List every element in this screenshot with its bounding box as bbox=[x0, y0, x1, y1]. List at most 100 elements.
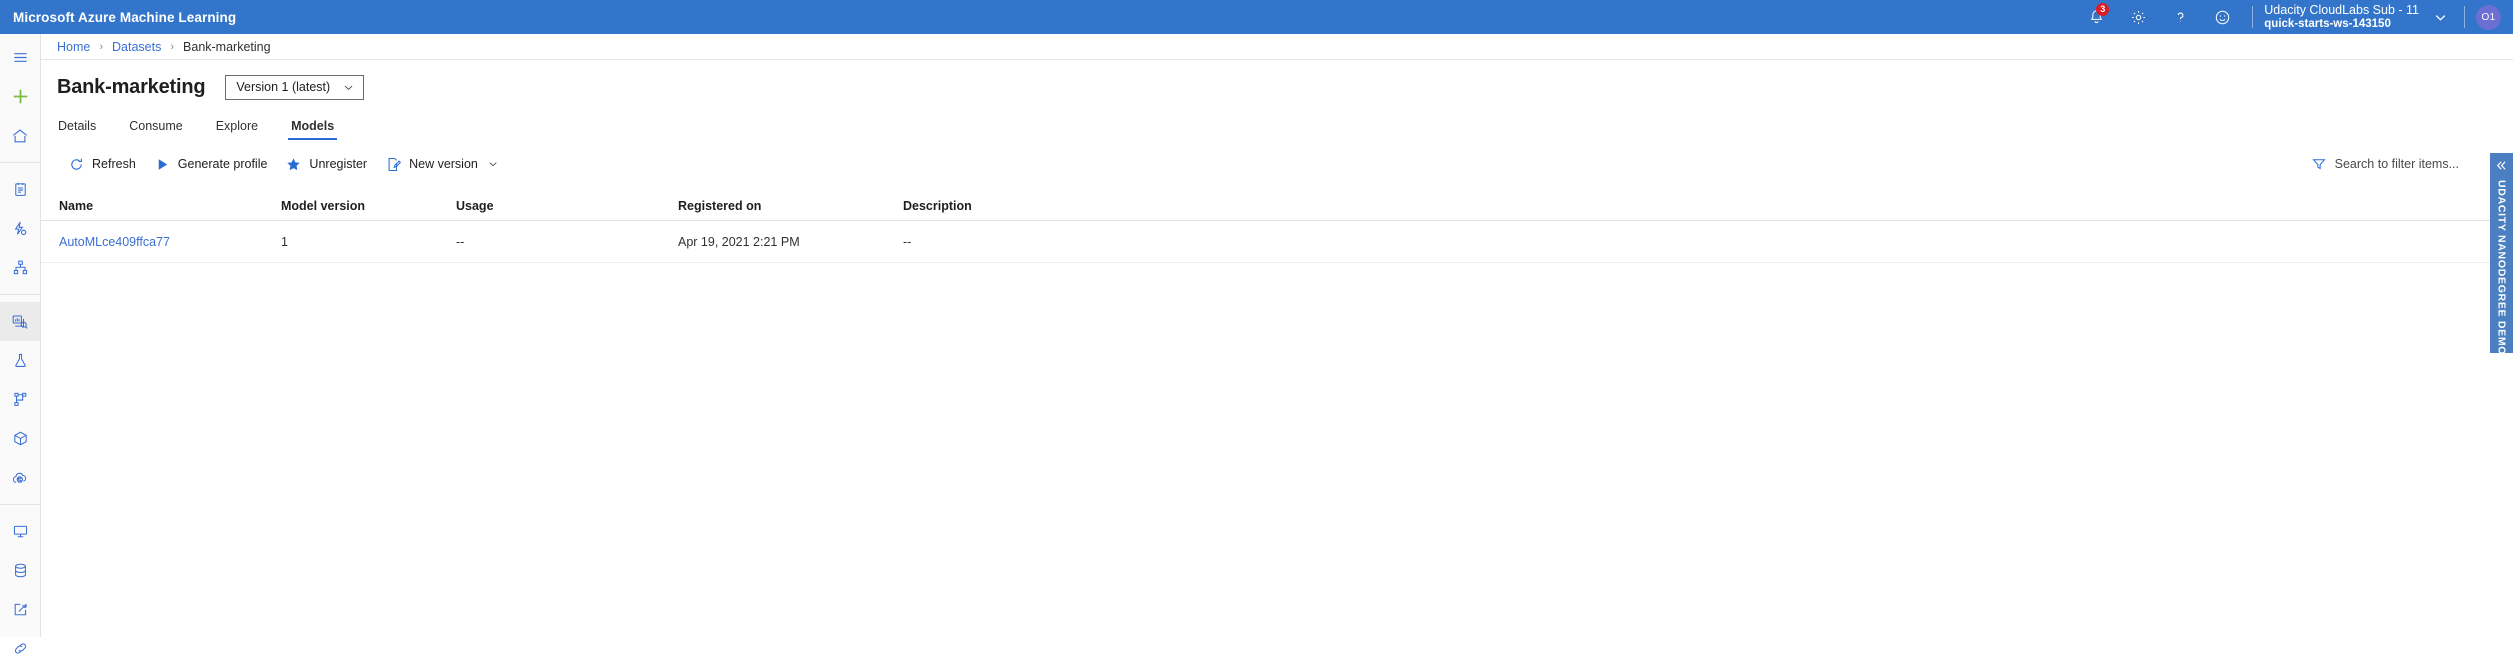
pipeline-icon bbox=[12, 391, 29, 408]
sidebar-item-pipelines[interactable] bbox=[0, 380, 40, 419]
subscription-name: Udacity CloudLabs Sub - 11 bbox=[2264, 3, 2419, 18]
sidebar-item-new[interactable] bbox=[0, 77, 40, 116]
column-header-model-version[interactable]: Model version bbox=[281, 199, 456, 213]
database-icon bbox=[12, 562, 29, 579]
search-filter-placeholder: Search to filter items... bbox=[2334, 157, 2459, 171]
page-title: Bank-marketing bbox=[57, 75, 206, 98]
sidebar-item-compute[interactable] bbox=[0, 512, 40, 551]
sidebar-item-notebooks[interactable] bbox=[0, 170, 40, 209]
sidebar-item-home[interactable] bbox=[0, 116, 40, 155]
top-header-bar: Microsoft Azure Machine Learning 3 Udaci… bbox=[0, 0, 2513, 34]
home-icon bbox=[11, 127, 29, 145]
app-brand-title: Microsoft Azure Machine Learning bbox=[13, 9, 237, 25]
cell-description: -- bbox=[903, 234, 912, 249]
generate-profile-button[interactable]: Generate profile bbox=[145, 149, 277, 179]
sidebar-group-assets bbox=[0, 298, 40, 501]
sidebar-divider-3 bbox=[0, 504, 40, 505]
chevron-down-icon[interactable] bbox=[487, 158, 499, 170]
notifications-button[interactable]: 3 bbox=[2075, 0, 2117, 34]
tab-consume[interactable]: Consume bbox=[128, 119, 184, 140]
sidebar-item-experiments[interactable] bbox=[0, 341, 40, 380]
plus-icon bbox=[11, 87, 30, 106]
notebook-icon bbox=[12, 181, 29, 198]
refresh-icon bbox=[68, 157, 85, 172]
sidebar-item-endpoints[interactable] bbox=[0, 458, 40, 497]
page-title-row: Bank-marketing Version 1 (latest) bbox=[41, 60, 2513, 106]
sidebar-divider-1 bbox=[0, 162, 40, 163]
notifications-badge: 3 bbox=[2096, 3, 2110, 16]
sidebar-divider-2 bbox=[0, 294, 40, 295]
breadcrumb: Home › Datasets › Bank-marketing bbox=[41, 34, 2513, 60]
command-bar: Refresh Generate profile Unregister New … bbox=[41, 145, 2513, 183]
sidebar-group-authoring bbox=[0, 166, 40, 291]
model-name-link[interactable]: AutoMLce409ffca77 bbox=[59, 235, 170, 249]
header-divider-2 bbox=[2464, 6, 2465, 28]
breadcrumb-separator-icon: › bbox=[99, 40, 104, 53]
sidebar-item-datastores[interactable] bbox=[0, 551, 40, 590]
endpoint-cloud-icon bbox=[11, 469, 29, 487]
tab-models[interactable]: Models bbox=[288, 119, 338, 140]
sidebar-item-designer[interactable] bbox=[0, 248, 40, 287]
sidebar-group-top bbox=[0, 34, 40, 159]
double-chevron-left-icon bbox=[2495, 159, 2508, 172]
automated-ml-icon bbox=[11, 220, 29, 238]
sidebar-item-models[interactable] bbox=[0, 419, 40, 458]
column-header-usage[interactable]: Usage bbox=[456, 199, 678, 213]
settings-button[interactable] bbox=[2117, 0, 2159, 34]
header-divider-1 bbox=[2252, 6, 2254, 28]
sidebar-item-linked-services[interactable] bbox=[0, 629, 40, 668]
refresh-label: Refresh bbox=[92, 157, 136, 171]
account-info[interactable]: Udacity CloudLabs Sub - 11 quick-starts-… bbox=[2262, 3, 2421, 31]
chevron-down-icon bbox=[342, 81, 355, 94]
breadcrumb-item-datasets[interactable]: Datasets bbox=[112, 40, 161, 54]
account-chevron-down-icon[interactable] bbox=[2425, 0, 2455, 34]
unregister-button[interactable]: Unregister bbox=[276, 149, 376, 179]
sidebar-item-automated-ml[interactable] bbox=[0, 209, 40, 248]
column-header-name[interactable]: Name bbox=[59, 199, 281, 213]
models-table: Name Model version Usage Registered on D… bbox=[41, 183, 2513, 263]
sidebar-item-data-labeling[interactable] bbox=[0, 590, 40, 629]
feedback-button[interactable] bbox=[2201, 0, 2243, 34]
hamburger-icon bbox=[12, 49, 29, 66]
top-header-right-cluster: 3 Udacity CloudLabs Sub - 11 quick-start… bbox=[2075, 0, 2513, 34]
cube-icon bbox=[12, 430, 29, 447]
star-icon bbox=[285, 157, 302, 172]
labeling-icon bbox=[12, 601, 29, 618]
avatar[interactable]: O1 bbox=[2476, 4, 2501, 30]
help-button[interactable] bbox=[2159, 0, 2201, 34]
filter-icon bbox=[2312, 157, 2326, 171]
column-header-description[interactable]: Description bbox=[903, 199, 2483, 213]
refresh-button[interactable]: Refresh bbox=[59, 149, 145, 179]
demo-panel-label: UDACITY NANODEGREE DEMO bbox=[2495, 180, 2508, 356]
link-icon bbox=[12, 640, 29, 657]
sidebar-item-hamburger-menu[interactable] bbox=[0, 38, 40, 77]
cell-name: AutoMLce409ffca77 bbox=[59, 235, 281, 249]
table-header-row: Name Model version Usage Registered on D… bbox=[41, 191, 2513, 221]
new-version-label: New version bbox=[409, 157, 478, 171]
version-selector-dropdown[interactable]: Version 1 (latest) bbox=[225, 74, 365, 100]
generate-profile-label: Generate profile bbox=[177, 157, 268, 171]
cell-model-version: 1 bbox=[281, 234, 288, 249]
cell-usage: -- bbox=[456, 234, 465, 249]
tab-explore[interactable]: Explore bbox=[215, 119, 259, 140]
sidebar-item-datasets[interactable] bbox=[0, 302, 40, 341]
search-filter-input[interactable]: Search to filter items... bbox=[2312, 149, 2459, 179]
new-version-icon bbox=[385, 157, 402, 172]
breadcrumb-item-home[interactable]: Home bbox=[57, 40, 90, 54]
tab-details[interactable]: Details bbox=[57, 119, 97, 140]
table-row[interactable]: AutoMLce409ffca77 1 -- Apr 19, 2021 2:21… bbox=[41, 221, 2513, 263]
column-header-registered-on[interactable]: Registered on bbox=[678, 199, 903, 213]
left-nav-sidebar bbox=[0, 34, 41, 654]
version-selector-label: Version 1 (latest) bbox=[236, 80, 331, 94]
workspace-name: quick-starts-ws-143150 bbox=[2264, 17, 2391, 30]
dataset-tabs: Details Consume Explore Models bbox=[41, 110, 2513, 140]
demo-panel-toggle[interactable]: UDACITY NANODEGREE DEMO bbox=[2490, 153, 2513, 356]
new-version-button[interactable]: New version bbox=[376, 149, 508, 179]
play-icon bbox=[154, 157, 171, 172]
breadcrumb-separator-icon: › bbox=[170, 40, 175, 53]
monitor-icon bbox=[12, 523, 29, 540]
sidebar-group-manage bbox=[0, 508, 40, 672]
breadcrumb-item-current: Bank-marketing bbox=[183, 39, 271, 54]
designer-icon bbox=[12, 259, 29, 276]
cell-registered-on: Apr 19, 2021 2:21 PM bbox=[678, 234, 800, 249]
